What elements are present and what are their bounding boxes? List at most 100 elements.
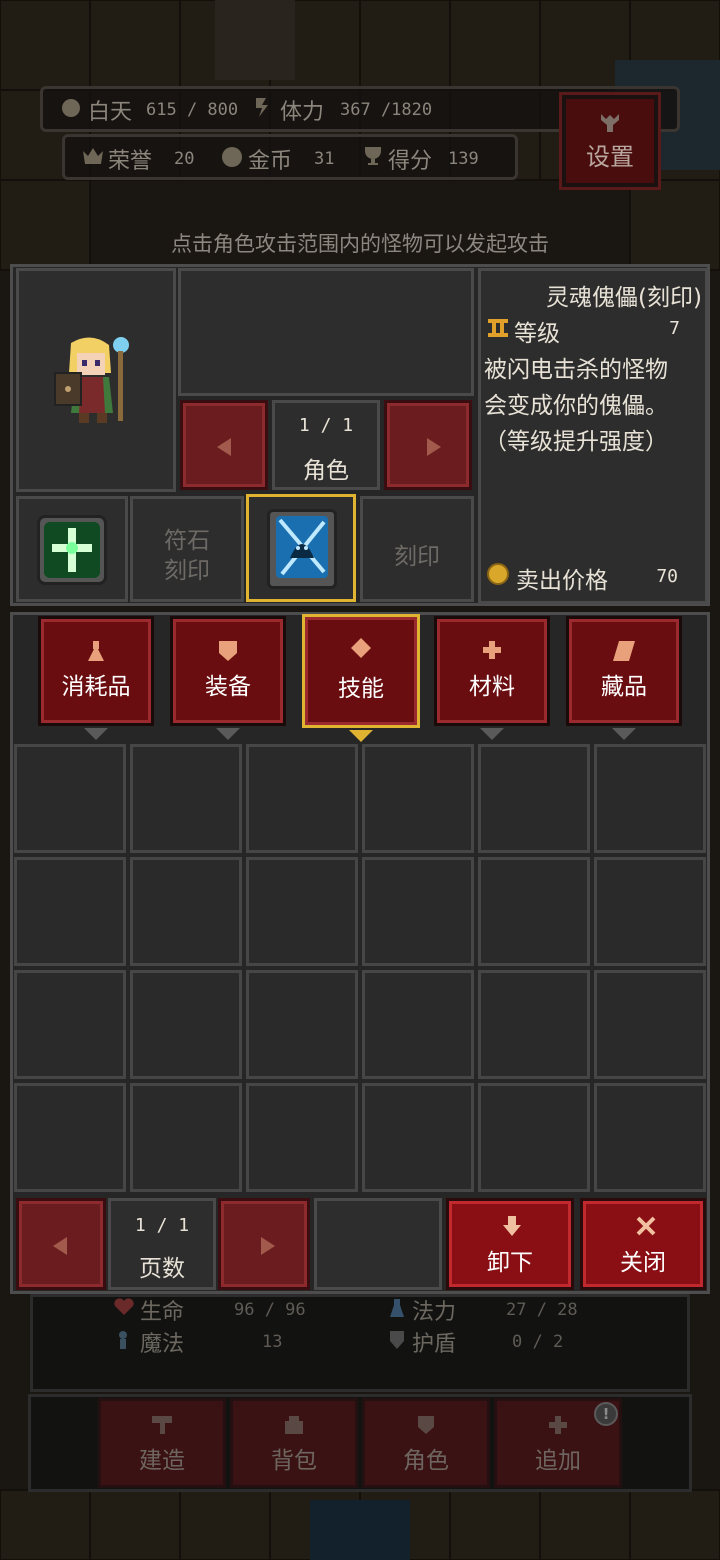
inventory-slot[interactable]	[362, 744, 474, 853]
scroll-icon	[611, 639, 637, 667]
stamina-value: 367 /1820	[340, 100, 433, 120]
gold-coin-icon	[222, 147, 242, 167]
character-prev-button[interactable]	[180, 400, 268, 490]
tab-skills-label: 技能	[338, 676, 384, 702]
inventory-slot[interactable]	[478, 1083, 590, 1192]
mana-flask-icon	[388, 1298, 406, 1322]
inventory-slot[interactable]	[362, 970, 474, 1079]
engrave-label: 刻印	[394, 544, 440, 570]
tab-equipment-label: 装备	[205, 674, 251, 700]
page-pager: 1 / 1	[134, 1215, 190, 1236]
sell-price-value: 70	[656, 566, 678, 587]
magic-label: 魔法	[140, 1332, 185, 1357]
cross-icon	[481, 639, 503, 665]
inventory-slot[interactable]	[594, 857, 706, 966]
level-value: 7	[669, 318, 680, 339]
tab-consumables[interactable]: 消耗品	[38, 616, 154, 726]
nav-build-button[interactable]: 建造	[98, 1398, 226, 1488]
inventory-slot[interactable]	[130, 857, 242, 966]
character-next-button[interactable]	[384, 400, 472, 490]
page-prev-button[interactable]	[16, 1198, 106, 1290]
unequip-label: 卸下	[487, 1250, 533, 1276]
role-shield-icon	[416, 1415, 436, 1435]
character-sprite	[54, 337, 129, 423]
inventory-slot[interactable]	[246, 744, 358, 853]
unequip-button[interactable]: 卸下	[446, 1198, 574, 1290]
rune-skill-slot[interactable]	[16, 496, 128, 602]
inventory-slot[interactable]	[130, 1083, 242, 1192]
skill-desc-2: 会变成你的傀儡。	[484, 393, 668, 419]
tab-consumables-pointer	[84, 728, 108, 740]
tab-collection-label: 藏品	[601, 674, 647, 700]
tab-collection[interactable]: 藏品	[566, 616, 682, 726]
gold-label: 金币	[248, 149, 293, 174]
inventory-slot[interactable]	[14, 744, 126, 853]
honor-label: 荣誉	[108, 149, 153, 174]
inventory-slot[interactable]	[130, 744, 242, 853]
holy-cross-skill-icon	[37, 515, 107, 585]
tab-materials-pointer	[480, 728, 504, 740]
tab-skills[interactable]: 技能	[302, 614, 420, 728]
day-icon	[62, 99, 80, 117]
inventory-slot[interactable]	[14, 1083, 126, 1192]
stamina-icon	[254, 96, 272, 118]
page-next-button[interactable]	[218, 1198, 310, 1290]
level-label: 等级	[514, 321, 560, 347]
inventory-slot[interactable]	[594, 970, 706, 1079]
magic-value: 13	[262, 1332, 283, 1352]
heart-icon	[114, 1298, 134, 1320]
settings-button[interactable]: 设置	[559, 92, 661, 190]
nav-bag-button[interactable]: 背包	[230, 1398, 358, 1488]
inventory-slot[interactable]	[362, 1083, 474, 1192]
shield-stat-icon	[388, 1330, 406, 1354]
inventory-slot[interactable]	[594, 1083, 706, 1192]
tab-equipment[interactable]: 装备	[170, 616, 286, 726]
tab-equipment-pointer	[216, 728, 240, 740]
character-label: 角色	[303, 458, 349, 484]
inventory-slot[interactable]	[14, 857, 126, 966]
inventory-slot[interactable]	[478, 744, 590, 853]
tab-collection-pointer	[612, 728, 636, 740]
inventory-slot[interactable]	[478, 857, 590, 966]
magic-icon	[114, 1330, 132, 1354]
nav-role-button[interactable]: 角色	[362, 1398, 490, 1488]
mana-value: 27 / 28	[506, 1300, 578, 1320]
nav-add-label: 追加	[535, 1448, 581, 1474]
character-slot-empty[interactable]	[178, 268, 474, 396]
inventory-slot[interactable]	[246, 970, 358, 1079]
skill-desc-1: 被闪电击杀的怪物	[484, 357, 668, 383]
trophy-icon	[362, 146, 384, 166]
engrave-slot[interactable]: 刻印	[360, 496, 474, 602]
skill-title: 灵魂傀儡(刻印)	[546, 285, 702, 311]
inventory-slot[interactable]	[246, 1083, 358, 1192]
arrow-down-icon	[501, 1215, 523, 1241]
inventory-slot[interactable]	[130, 970, 242, 1079]
rune-engrave-slot[interactable]: 符石 刻印	[130, 496, 244, 602]
plus-icon	[548, 1415, 568, 1435]
inventory-slot[interactable]	[362, 857, 474, 966]
inventory-slot[interactable]	[594, 744, 706, 853]
score-label: 得分	[388, 149, 433, 174]
tab-materials-label: 材料	[469, 674, 515, 700]
settings-label: 设置	[586, 143, 634, 171]
hp-label: 生命	[140, 1300, 185, 1325]
selected-engrave-slot[interactable]	[246, 494, 356, 602]
inventory-slot[interactable]	[246, 857, 358, 966]
crown-icon	[82, 147, 104, 165]
shield-icon	[216, 639, 240, 667]
soul-puppet-skill-icon	[267, 509, 337, 589]
tab-consumables-label: 消耗品	[61, 674, 131, 700]
tab-materials[interactable]: 材料	[434, 616, 550, 726]
diamond-icon	[350, 637, 372, 663]
shield-value: 0 / 2	[512, 1332, 564, 1352]
level-icon	[487, 318, 509, 338]
character-portrait-cell[interactable]	[16, 268, 176, 492]
day-label: 白天	[88, 100, 133, 125]
inventory-slot[interactable]	[478, 970, 590, 1079]
attack-hint: 点击角色攻击范围内的怪物可以发起攻击	[171, 232, 549, 256]
score-value: 139	[448, 149, 479, 169]
inventory-slot[interactable]	[14, 970, 126, 1079]
close-button[interactable]: 关闭	[580, 1198, 706, 1290]
character-pager-cell: 1 / 1 角色	[272, 400, 380, 490]
nav-bag-label: 背包	[271, 1448, 317, 1474]
